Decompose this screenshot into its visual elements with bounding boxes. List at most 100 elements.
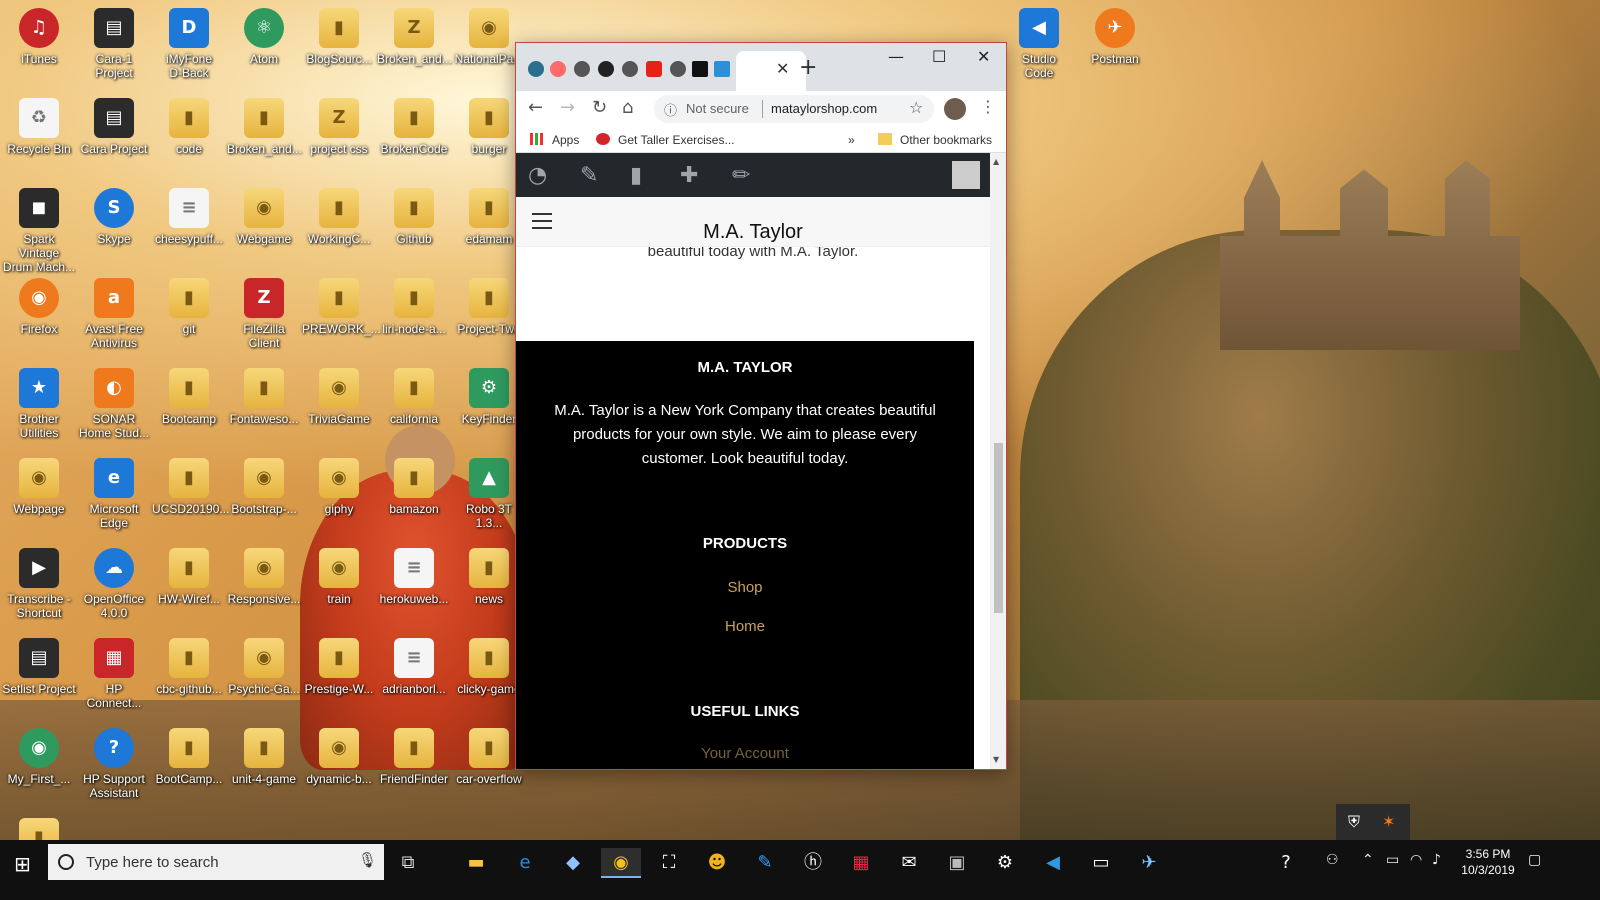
desktop-icon[interactable]: ▮ FriendFinder	[377, 728, 451, 786]
desktop-icon[interactable]: ▮ UCSD20190...	[152, 458, 229, 516]
vscode-icon[interactable]: ◀	[1033, 848, 1073, 878]
customize-brush-icon[interactable]: ✎	[580, 163, 598, 188]
desktop-icon[interactable]: ▮ cbc-github...	[152, 638, 226, 696]
file-explorer-icon[interactable]: ▬	[456, 848, 496, 878]
desktop-icon[interactable]: DiMyFone D-Back	[152, 8, 226, 80]
tab-favicon[interactable]	[714, 61, 730, 77]
desktop-icon[interactable]: ▦ HP Connect...	[77, 638, 151, 710]
active-tab[interactable]	[736, 51, 806, 91]
taskbar-search[interactable]: Type here to search 🎙	[48, 844, 384, 880]
footer-link-your-account[interactable]: Your Account	[516, 745, 974, 762]
desktop-icon[interactable]: ◉ giphy	[302, 458, 376, 516]
desktop-icon[interactable]: a Avast Free Antivirus	[77, 278, 151, 350]
profile-avatar[interactable]	[944, 98, 966, 120]
scroll-up-icon[interactable]: ▲	[993, 157, 999, 166]
windows-start-icon[interactable]: ⊞	[14, 852, 31, 876]
desktop-icon[interactable]: ▶ Transcribe - Shortcut	[2, 548, 76, 620]
back-icon[interactable]: ←	[528, 97, 543, 118]
dashboard-icon[interactable]: ◔	[528, 163, 547, 188]
terminal-icon[interactable]: ▭	[1081, 848, 1121, 878]
desktop-icon[interactable]: ▮ california	[377, 368, 451, 426]
desktop-icon[interactable]: ▮ Prestige-W...	[302, 638, 376, 696]
maximize-button[interactable]: ☐	[932, 47, 946, 66]
apps-grid-icon[interactable]	[530, 133, 544, 145]
desktop-icon[interactable]: ▮ unit-4-game	[227, 728, 301, 786]
scroll-down-icon[interactable]: ▼	[993, 755, 999, 764]
chrome-menu-icon[interactable]: ⋮	[980, 97, 996, 116]
desktop-icon[interactable]: ▮ Broken_and...	[227, 98, 302, 156]
forward-icon[interactable]: →	[560, 97, 575, 118]
desktop-icon[interactable]: ◉ Bootstrap-...	[227, 458, 301, 516]
close-window-button[interactable]: ✕	[977, 47, 990, 66]
app-icon[interactable]: ▣	[937, 848, 977, 878]
bookmark-get-taller[interactable]: Get Taller Exercises...	[618, 133, 734, 147]
page-scrollbar[interactable]: ▲ ▼	[990, 153, 1006, 769]
reload-icon[interactable]: ↻	[592, 97, 607, 118]
desktop-icon[interactable]: ◉ My_First_...	[2, 728, 76, 786]
home-icon[interactable]: ⌂	[622, 97, 633, 118]
desktop-icon[interactable]: ☁ OpenOffice 4.0.0	[77, 548, 151, 620]
new-tab-button[interactable]: +	[799, 55, 817, 80]
footer-link-home[interactable]: Home	[516, 618, 974, 635]
desktop-icon[interactable]: ◉ Responsive...	[227, 548, 301, 606]
desktop-icon[interactable]: ▮ Bootcamp	[152, 368, 226, 426]
desktop-icon[interactable]: ▮ WorkingC...	[302, 188, 376, 246]
desktop-icon[interactable]: ▮ code	[152, 98, 226, 156]
desktop-icon[interactable]: ◉ train	[302, 548, 376, 606]
desktop-icon[interactable]: ≡ cheesypuff...	[152, 188, 226, 246]
desktop-icon[interactable]: ▮ Fontaweso...	[227, 368, 301, 426]
minimize-button[interactable]: —	[888, 47, 904, 66]
tab-favicon[interactable]	[692, 61, 708, 77]
app-icon[interactable]: ◆	[553, 848, 593, 878]
footer-link-shop[interactable]: Shop	[516, 579, 974, 596]
desktop-icon[interactable]: ✈ Postman	[1078, 8, 1152, 66]
desktop-icon[interactable]: ◼ Spark Vintage Drum Mach...	[2, 188, 76, 274]
desktop-icon[interactable]: ▤ Cara Project	[77, 98, 151, 156]
edge-icon[interactable]: e	[505, 848, 545, 878]
desktop-icon[interactable]: ◀ Studio Code	[1002, 8, 1076, 80]
tab-favicon[interactable]	[574, 61, 590, 77]
other-bookmarks[interactable]: Other bookmarks	[900, 133, 992, 147]
desktop-icon[interactable]: ▤ Setlist Project	[2, 638, 76, 696]
store-icon[interactable]: ⛶	[649, 848, 689, 878]
app-icon[interactable]: ☻	[697, 848, 737, 878]
desktop-icon[interactable]: ▮ PREWORK_...	[302, 278, 381, 336]
tab-favicon[interactable]	[622, 61, 638, 77]
bookmark-apps[interactable]: Apps	[552, 133, 579, 147]
desktop-icon[interactable]: ▮ HW-Wiref...	[152, 548, 226, 606]
desktop-icon[interactable]: ▮ git	[152, 278, 226, 336]
security-shield-icon[interactable]: ⛨	[1348, 812, 1360, 832]
bookmark-star-icon[interactable]: ☆	[909, 98, 923, 117]
app-icon[interactable]: ✎	[745, 848, 785, 878]
desktop-icon[interactable]: ▮ bamazon	[377, 458, 451, 516]
desktop-icon[interactable]: Zproject css	[302, 98, 376, 156]
wifi-icon[interactable]: ◠	[1410, 852, 1422, 868]
desktop-icon[interactable]: ≡ herokuweb...	[377, 548, 451, 606]
desktop-icon[interactable]: ▮ liri-node-a...	[377, 278, 451, 336]
scroll-thumb[interactable]	[994, 443, 1003, 613]
battery-icon[interactable]: ▭	[1386, 852, 1399, 868]
desktop-icon[interactable]: ▤ Cara-1 Project	[77, 8, 151, 80]
hp-icon[interactable]: ⓗ	[793, 848, 833, 878]
notifications-icon[interactable]: ▢	[1528, 852, 1541, 868]
desktop-icon[interactable]: Z Broken_and...	[377, 8, 452, 66]
tray-expand-icon[interactable]: ⌃	[1362, 852, 1374, 868]
desktop-icon[interactable]: ▮ Github	[377, 188, 451, 246]
desktop-icon[interactable]: S Skype	[77, 188, 151, 246]
people-icon[interactable]: ⚇	[1326, 852, 1339, 868]
desktop-icon[interactable]: ★ Brother Utilities	[2, 368, 76, 440]
info-icon[interactable]: ⓘ	[664, 100, 677, 119]
desktop-icon[interactable]: ≡ adrianborl...	[377, 638, 451, 696]
new-content-plus-icon[interactable]: ✚	[680, 163, 698, 188]
edit-pencil-icon[interactable]: ✏	[732, 163, 750, 188]
task-view-icon[interactable]: ⧉	[388, 848, 428, 878]
volume-icon[interactable]: ♪	[1432, 852, 1441, 868]
desktop-icon[interactable]: ◉ Webpage	[2, 458, 76, 516]
address-bar[interactable]: ⓘ Not secure mataylorshop.com ☆	[654, 95, 934, 123]
tab-favicon[interactable]	[528, 61, 544, 77]
desktop-icon[interactable]: ▮ BootCamp...	[152, 728, 226, 786]
desktop-icon[interactable]: ◉ TriviaGame	[302, 368, 376, 426]
desktop-icon[interactable]: ◉ Webgame	[227, 188, 301, 246]
tab-close-icon[interactable]: ✕	[776, 59, 789, 78]
desktop-icon[interactable]: Z FileZilla Client	[227, 278, 301, 350]
